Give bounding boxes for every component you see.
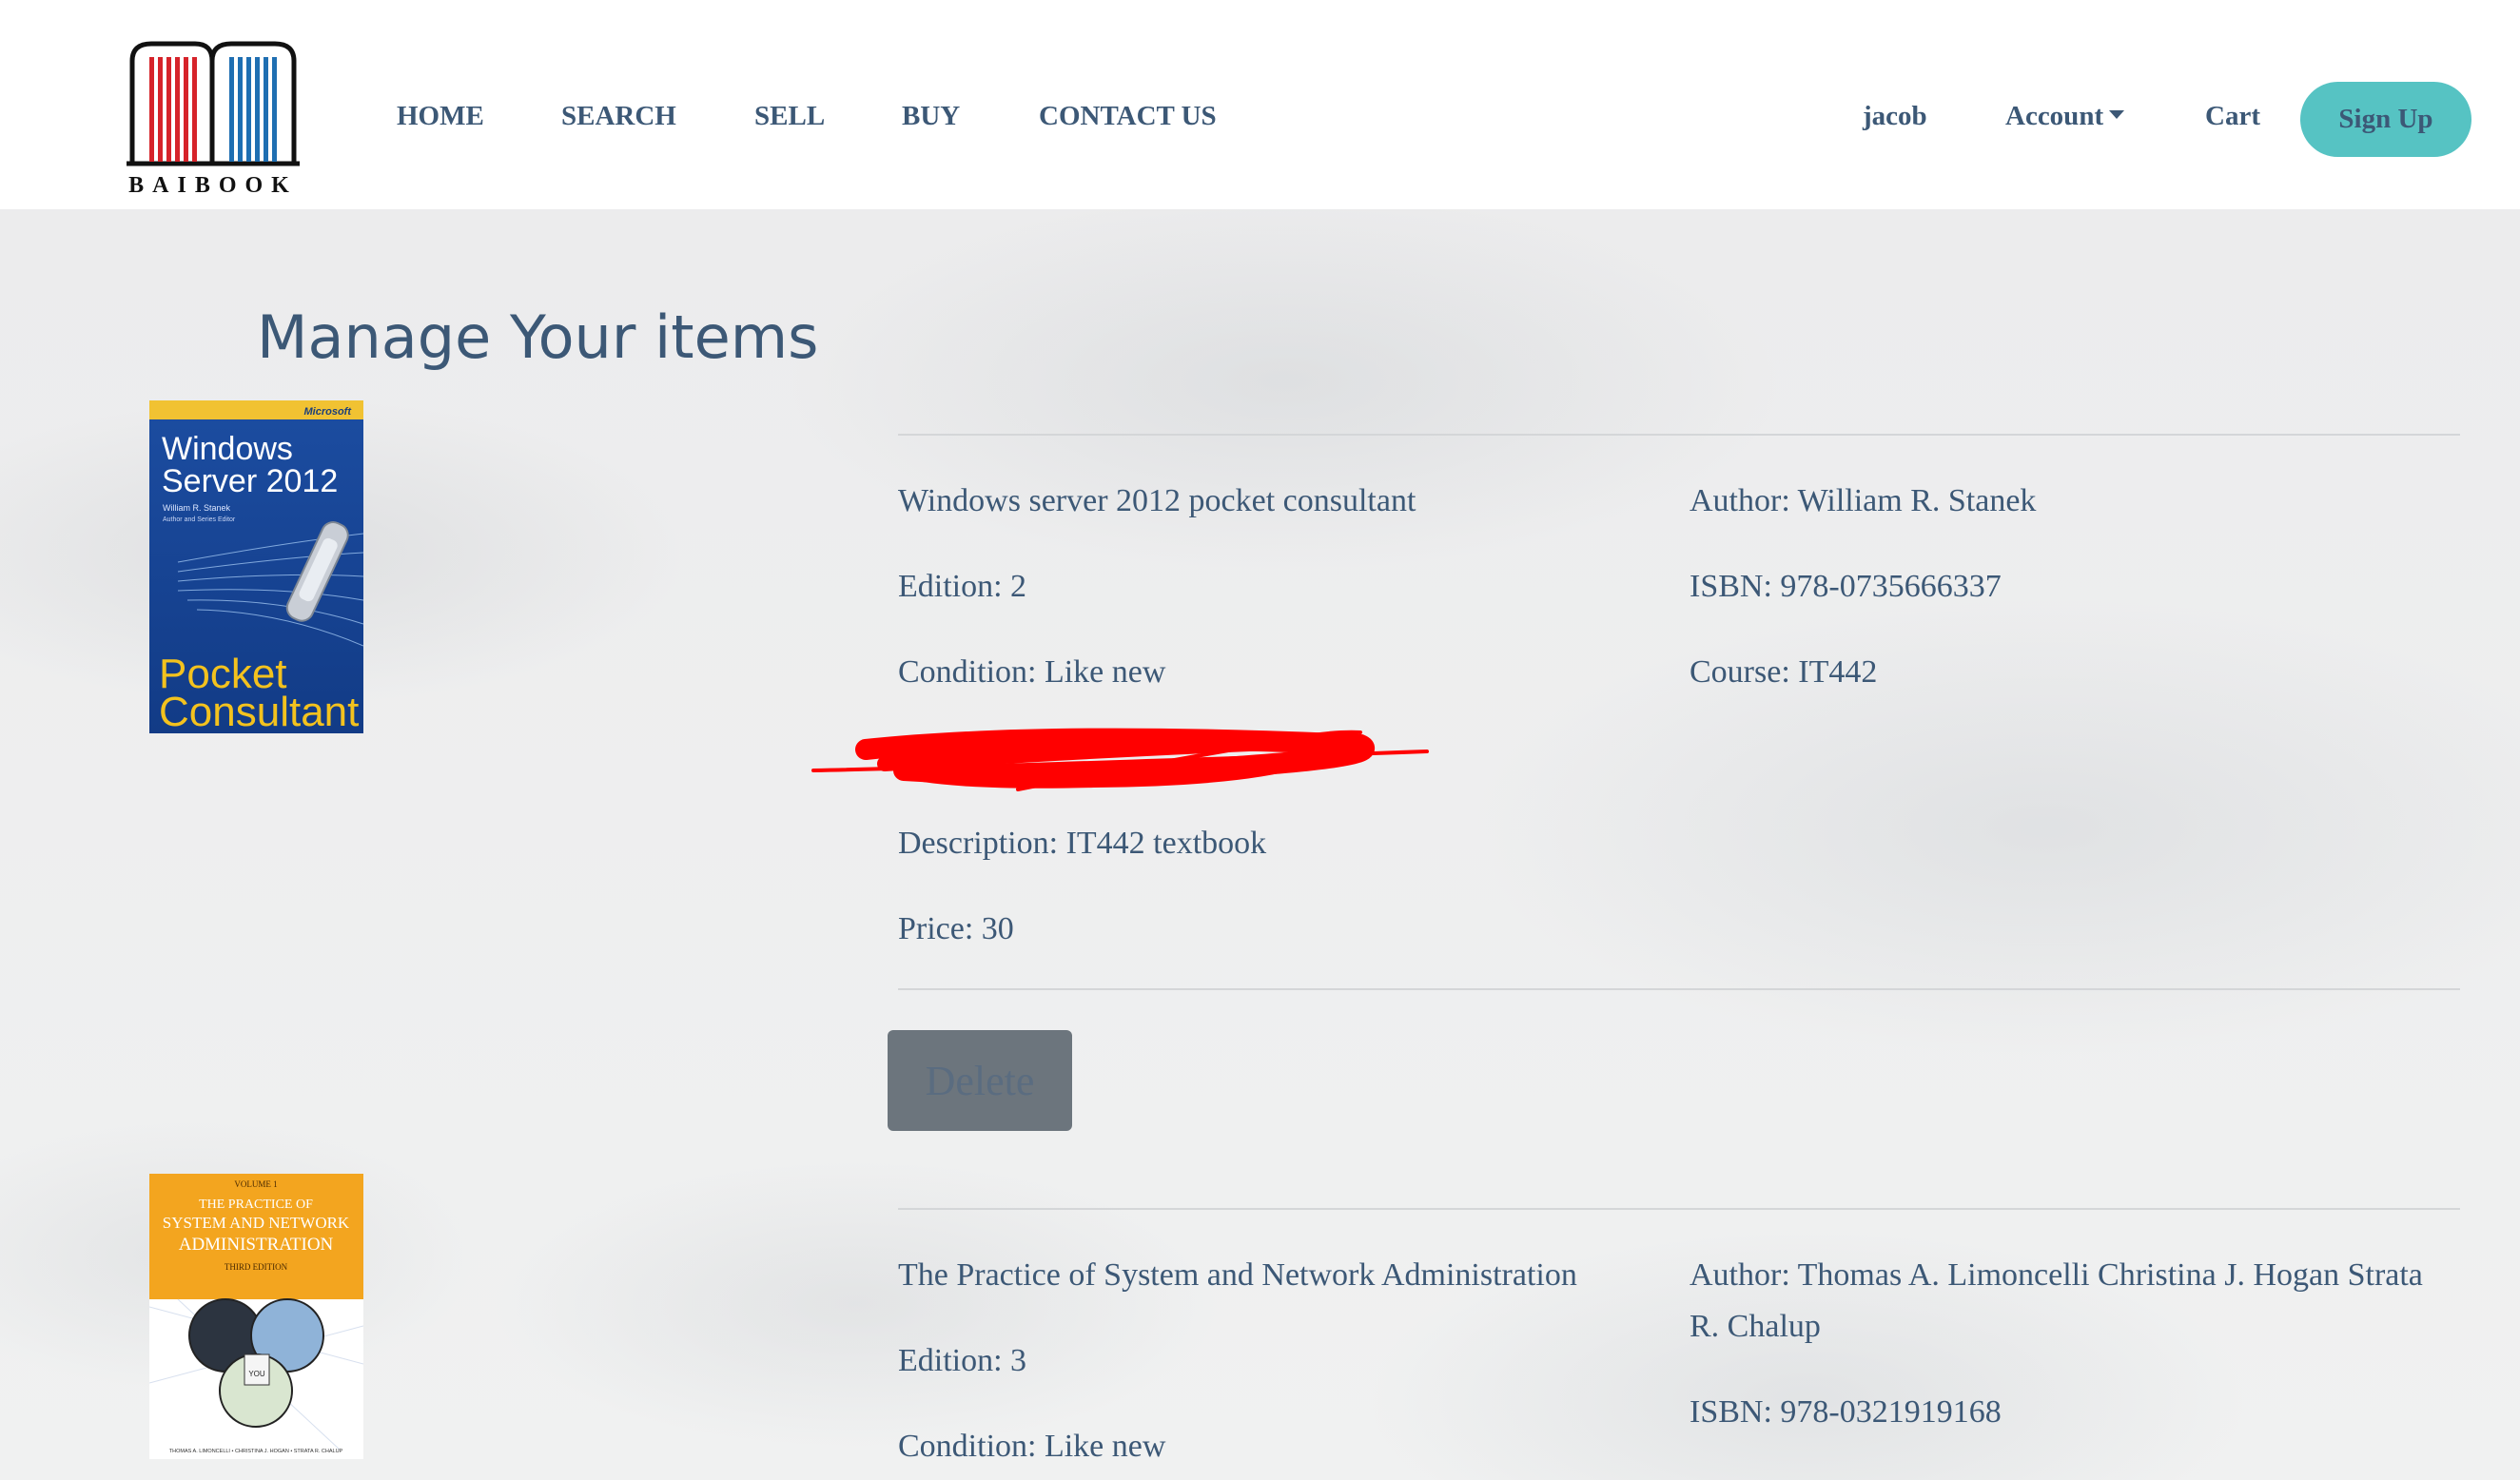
item-edition: Edition: 3: [898, 1343, 1027, 1378]
item-author: Author: William R. Stanek: [1690, 483, 2037, 518]
book-cover-image: VOLUME 1 THE PRACTICE OF SYSTEM AND NETW…: [148, 1174, 364, 1459]
navbar: BAIBOOK HOME SEARCH SELL BUY CONTACT US …: [0, 0, 2520, 209]
item-title: The Practice of System and Network Admin…: [898, 1257, 1577, 1293]
nav-search[interactable]: SEARCH: [561, 101, 676, 132]
nav-sell[interactable]: SELL: [754, 101, 825, 132]
item-course: Course: IT442: [1690, 654, 1878, 690]
item-description: Description: IT442 textbook: [898, 826, 1267, 861]
svg-text:William R. Stanek: William R. Stanek: [163, 503, 231, 513]
svg-text:Windows: Windows: [162, 431, 293, 467]
item-condition: Condition: Like new: [898, 654, 1166, 690]
item-title: Windows server 2012 pocket consultant: [898, 483, 1416, 518]
caret-down-icon: [2109, 109, 2125, 119]
sign-up-button[interactable]: Sign Up: [2300, 82, 2471, 157]
item-author: Author: Thomas A. Limoncelli Christina J…: [1690, 1257, 2423, 1344]
svg-text:THOMAS A. LIMONCELLI • CHRISTI: THOMAS A. LIMONCELLI • CHRISTINA J. HOGA…: [169, 1449, 343, 1454]
svg-text:Server 2012: Server 2012: [162, 463, 338, 499]
item-isbn: ISBN: 978-0735666337: [1690, 569, 2002, 604]
svg-text:VOLUME 1: VOLUME 1: [234, 1179, 277, 1189]
nav-account-dropdown[interactable]: Account: [2005, 101, 2125, 132]
item-condition: Condition: Like new: [898, 1429, 1166, 1464]
nav-home[interactable]: HOME: [397, 101, 484, 132]
redaction-scribble: [811, 728, 1429, 791]
nav-contact-us[interactable]: CONTACT US: [1039, 101, 1217, 132]
divider: [898, 434, 2460, 436]
nav-cart[interactable]: Cart: [2205, 101, 2260, 132]
account-label: Account: [2005, 101, 2104, 131]
svg-text:SYSTEM AND NETWORK: SYSTEM AND NETWORK: [163, 1214, 350, 1232]
item-edition: Edition: 2: [898, 569, 1027, 604]
svg-text:Consultant: Consultant: [159, 689, 359, 733]
baibook-logo[interactable]: BAIBOOK: [127, 38, 300, 200]
book-cover-image: Microsoft Windows Server 2012 William R.…: [149, 400, 364, 735]
svg-text:THIRD EDITION: THIRD EDITION: [225, 1262, 288, 1272]
item-price: Price: 30: [898, 911, 1014, 946]
page-title: Manage Your items: [257, 302, 819, 372]
svg-text:THE PRACTICE OF: THE PRACTICE OF: [199, 1198, 313, 1212]
divider: [898, 988, 2460, 990]
svg-text:YOU: YOU: [248, 1370, 265, 1378]
svg-text:ADMINISTRATION: ADMINISTRATION: [179, 1235, 334, 1255]
logo-text: BAIBOOK: [128, 173, 298, 198]
svg-text:Microsoft: Microsoft: [304, 406, 353, 418]
delete-button[interactable]: Delete: [888, 1030, 1072, 1131]
divider: [898, 1208, 2460, 1210]
item-isbn: ISBN: 978-0321919168: [1690, 1394, 2002, 1430]
nav-user[interactable]: jacob: [1863, 101, 1927, 132]
book-stack-icon: [127, 41, 300, 166]
svg-text:Author and Series Editor: Author and Series Editor: [163, 516, 236, 523]
nav-buy[interactable]: BUY: [902, 101, 960, 132]
